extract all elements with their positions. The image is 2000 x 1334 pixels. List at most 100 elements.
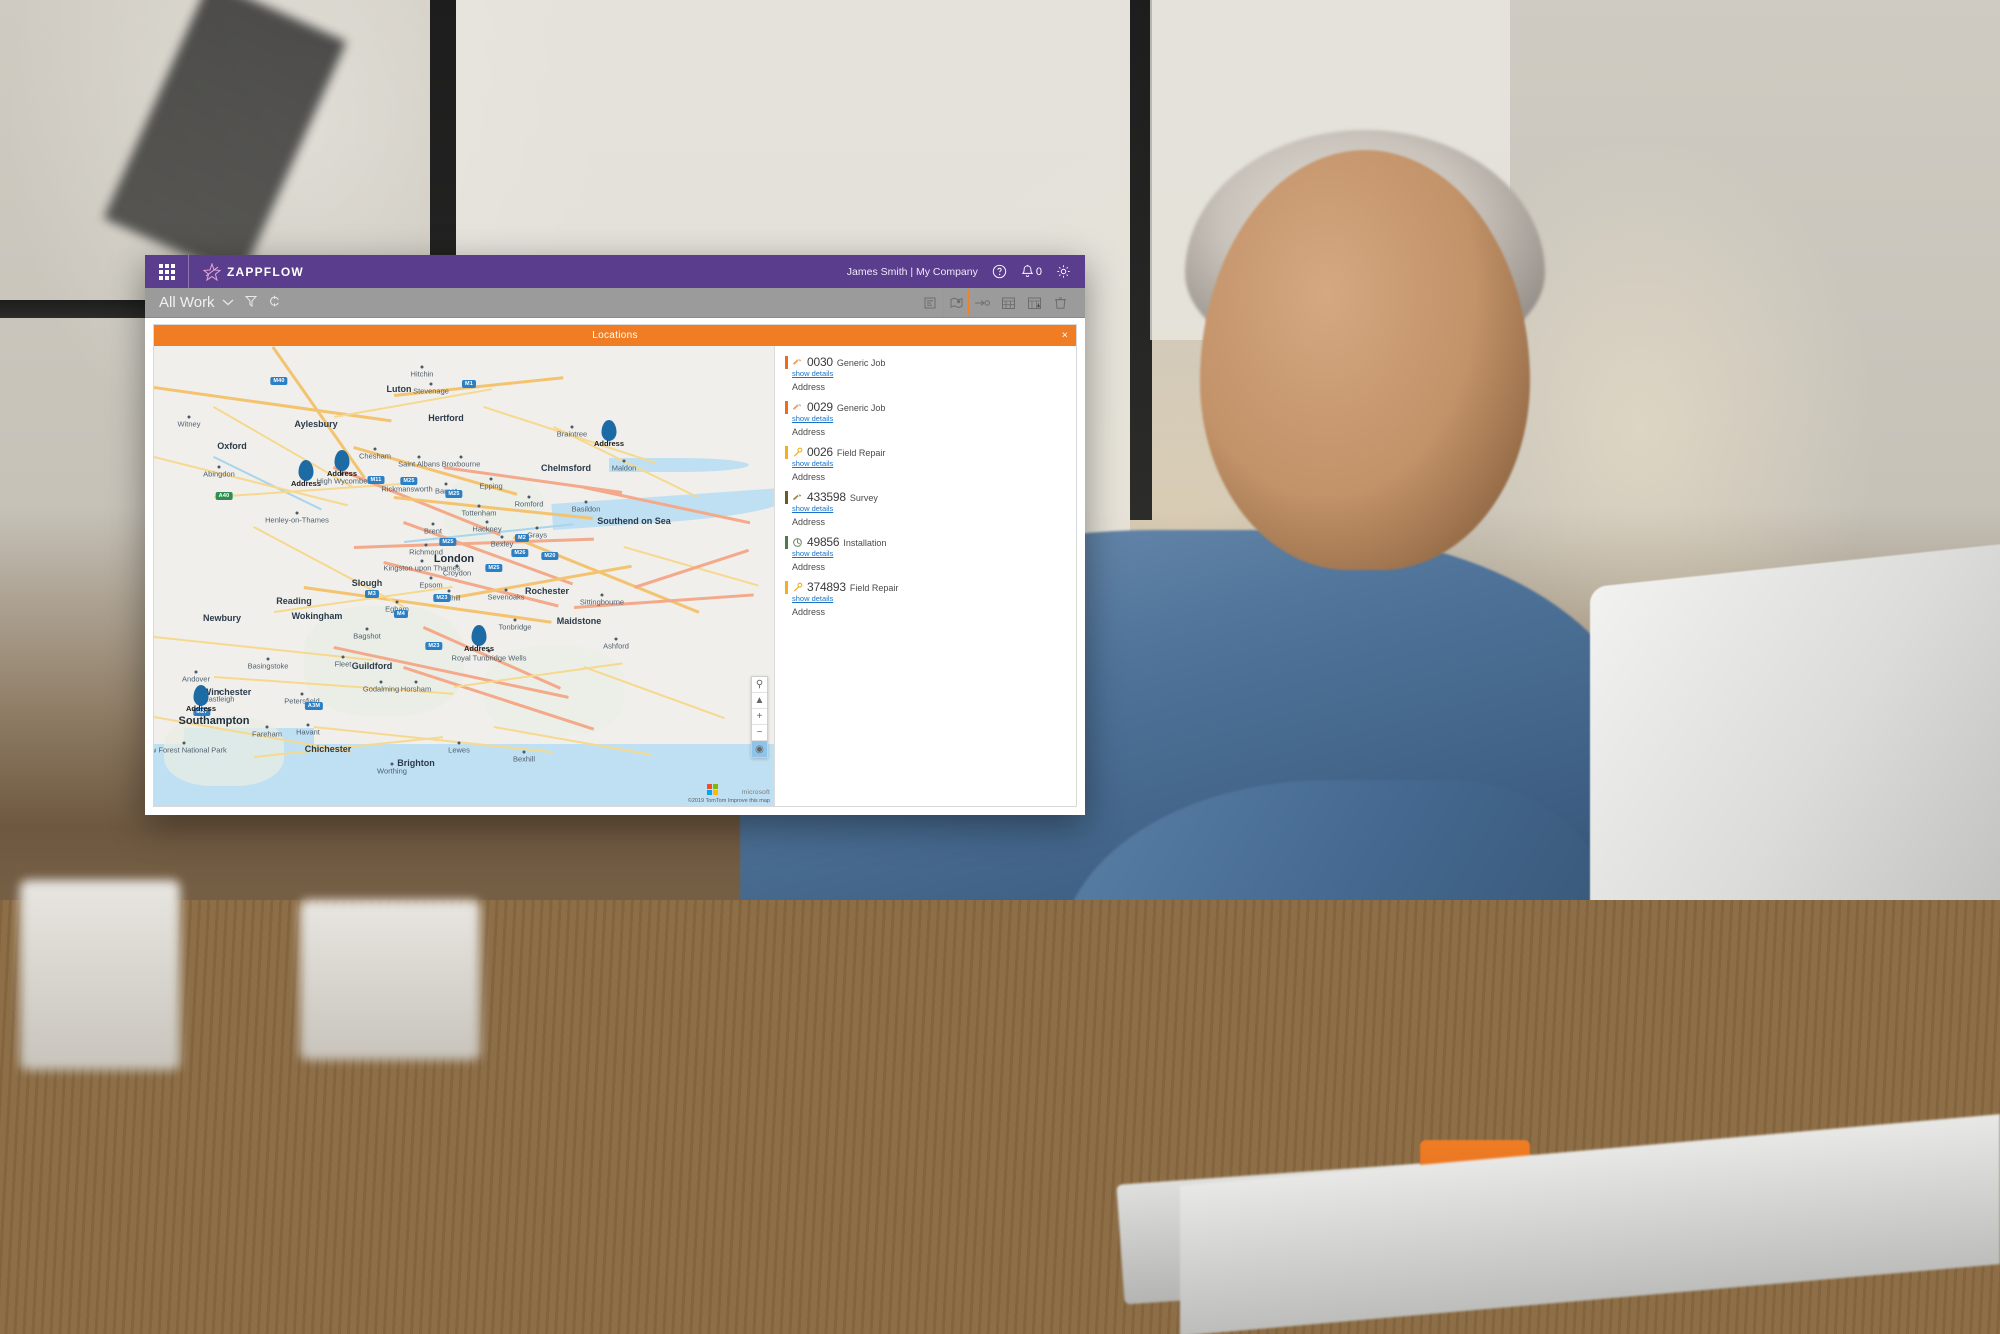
road-shield: M25	[400, 477, 418, 485]
brand-name: ZAPPFLOW	[227, 264, 304, 279]
countryside-patch	[484, 646, 624, 736]
star-logo-icon	[202, 261, 222, 281]
city-dot	[489, 477, 493, 481]
zoom-in-icon[interactable]: +	[752, 709, 767, 725]
map-pin-icon	[471, 625, 487, 646]
brand-logo[interactable]: ZAPPFLOW	[202, 261, 304, 281]
show-details-link[interactable]: show details	[792, 594, 1066, 603]
locate-me-icon[interactable]: ⚲	[752, 677, 767, 693]
map-view-icon[interactable]	[943, 289, 969, 316]
installation-icon	[792, 537, 803, 548]
map-style-icon[interactable]: ◉	[752, 741, 767, 757]
map-location-marker[interactable]: Address	[186, 685, 216, 713]
filter-icon[interactable]	[244, 294, 258, 311]
job-status-bar	[785, 400, 788, 414]
road-shield: M11	[367, 476, 385, 484]
show-details-link[interactable]: show details	[792, 414, 1066, 423]
chevron-down-icon[interactable]	[222, 297, 234, 309]
ceiling-beam	[103, 0, 347, 280]
road-shield: M23	[433, 594, 451, 602]
job-type: Survey	[849, 493, 878, 503]
map-attribution[interactable]: ©2019 TomTom Improve this map	[688, 798, 770, 804]
job-list-item[interactable]: 49856 Installation show details Address	[775, 532, 1076, 577]
job-number: 0026	[807, 445, 833, 459]
road-shield: M23	[425, 642, 443, 650]
job-type: Field Repair	[849, 583, 899, 593]
job-list-item[interactable]: 374893 Field Repair show details Address	[775, 577, 1076, 622]
survey-icon	[792, 492, 803, 503]
job-list-item[interactable]: 0030 Generic Job show details Address	[775, 352, 1076, 397]
generic-job-icon	[792, 402, 803, 413]
assign-icon[interactable]	[969, 290, 995, 316]
list-view-icon[interactable]	[917, 290, 943, 316]
countryside-patch	[304, 606, 464, 716]
map-location-marker[interactable]: Address	[291, 460, 321, 488]
show-details-link[interactable]: show details	[792, 549, 1066, 558]
job-type: Generic Job	[836, 358, 886, 368]
delete-icon[interactable]	[1047, 290, 1073, 316]
compass-icon[interactable]: ▲	[752, 693, 767, 709]
show-details-link[interactable]: show details	[792, 459, 1066, 468]
city-dot	[455, 564, 459, 568]
city-dot	[390, 762, 394, 766]
close-icon[interactable]: ×	[1062, 330, 1068, 341]
job-status-bar	[785, 355, 788, 369]
job-type: Installation	[843, 538, 887, 548]
map-controls[interactable]: ⚲ ▲ + − ◉	[751, 676, 768, 758]
app-launcher-icon[interactable]	[145, 255, 189, 288]
map-view[interactable]: London Southampton Maidstone Chelmsford Roch…	[154, 346, 774, 806]
map-pin-icon	[193, 685, 209, 706]
desk-object	[300, 900, 480, 1060]
job-address: Address	[792, 607, 826, 617]
show-details-link[interactable]: show details	[792, 504, 1066, 513]
user-account-label[interactable]: James Smith | My Company	[847, 266, 978, 278]
city-dot	[300, 692, 304, 696]
map-pin-icon	[601, 420, 617, 441]
road-shield: A3M	[304, 702, 324, 710]
job-number: 374893	[807, 580, 846, 594]
zoom-out-icon[interactable]: −	[752, 725, 767, 741]
city-dot	[527, 495, 531, 499]
schedule-board-icon[interactable]	[995, 290, 1021, 316]
schedule-download-icon[interactable]	[1021, 290, 1047, 316]
help-icon[interactable]	[992, 264, 1007, 279]
city-dot	[182, 741, 186, 745]
job-list-item[interactable]: 433598 Survey show details Address	[775, 487, 1076, 532]
job-address: Address	[792, 382, 826, 392]
job-status-bar	[785, 535, 788, 549]
city-dot	[266, 657, 270, 661]
road-shield: M26	[511, 549, 529, 557]
map-location-marker[interactable]: Address	[464, 625, 494, 653]
microsoft-logo-icon	[707, 784, 718, 795]
toolbar-actions	[917, 289, 1085, 316]
job-status-bar	[785, 445, 788, 459]
job-number: 0029	[807, 400, 833, 414]
show-details-link[interactable]: show details	[792, 369, 1066, 378]
settings-gear-icon[interactable]	[1056, 264, 1071, 279]
desk-object	[20, 880, 180, 1070]
city-dot	[187, 415, 191, 419]
city-dot	[485, 520, 489, 524]
city-dot	[535, 526, 539, 530]
city-dot	[265, 725, 269, 729]
job-list[interactable]: 0030 Generic Job show details Address 0029 Ge…	[774, 346, 1076, 806]
view-selector-label: All Work	[159, 294, 215, 311]
city-dot	[431, 522, 435, 526]
marker-label: Address	[593, 439, 625, 448]
road-shield: M25	[445, 490, 463, 498]
map-location-marker[interactable]: Address	[327, 450, 357, 478]
window-mullion	[1130, 0, 1152, 520]
view-selector[interactable]: All Work	[145, 294, 234, 311]
map-location-marker[interactable]: Address	[594, 420, 624, 448]
city-dot	[444, 482, 448, 486]
job-list-item[interactable]: 0026 Field Repair show details Address	[775, 442, 1076, 487]
city-dot	[504, 588, 508, 592]
city-dot	[600, 593, 604, 597]
refresh-icon[interactable]	[268, 294, 281, 311]
city-dot	[295, 511, 299, 515]
field-repair-icon	[792, 447, 803, 458]
map-canvas	[154, 346, 774, 806]
notifications-bell[interactable]: 0	[1021, 264, 1042, 279]
city-dot	[379, 680, 383, 684]
job-list-item[interactable]: 0029 Generic Job show details Address	[775, 397, 1076, 442]
